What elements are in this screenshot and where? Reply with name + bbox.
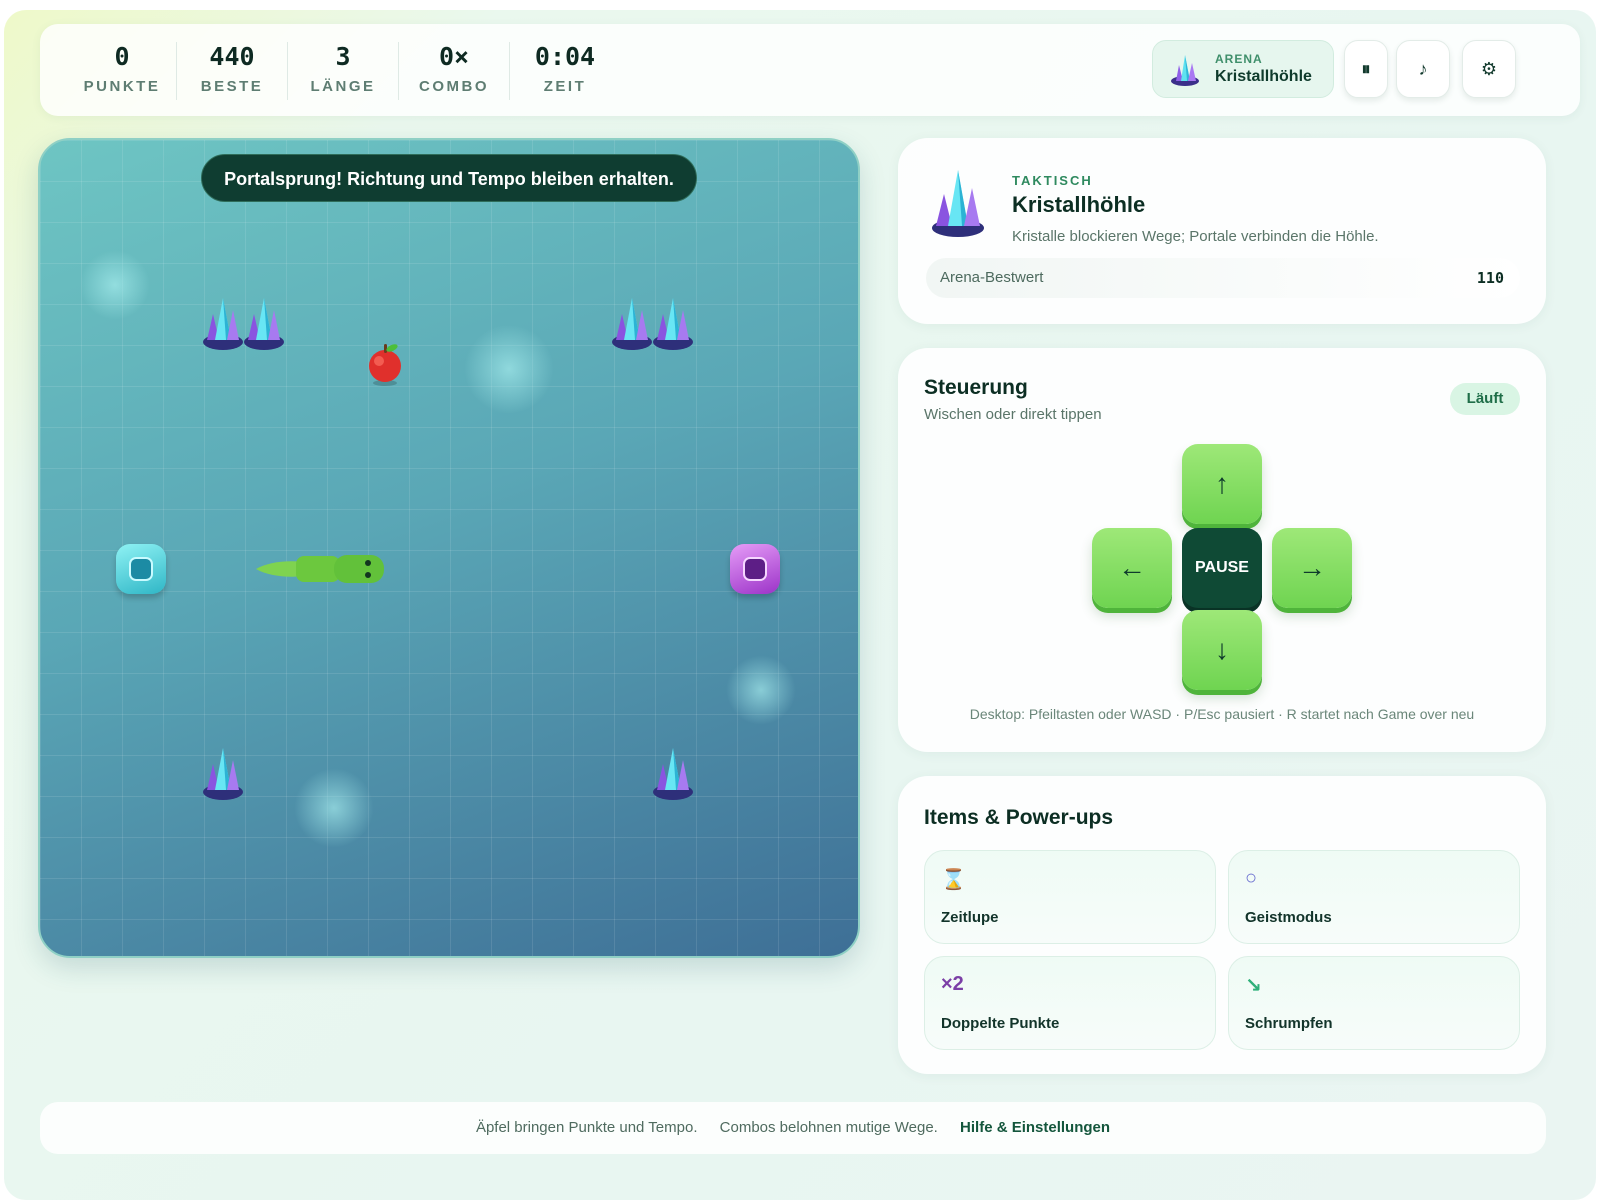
crystal-obstacle <box>244 298 284 350</box>
snake <box>256 555 384 583</box>
settings-button[interactable]: ⚙ <box>1462 40 1516 98</box>
stat-label: BESTE <box>200 78 264 95</box>
arena-type: TAKTISCH <box>1012 173 1093 188</box>
dpad-down-button[interactable]: ↓ <box>1182 610 1262 690</box>
arena-chip-value: Kristallhöhle <box>1215 68 1312 85</box>
controls-title: Steuerung <box>924 376 1028 399</box>
stat-value: 3 <box>335 42 351 71</box>
keyboard-hint: Desktop: Pfeiltasten oder WASD · P/Esc p… <box>969 706 1475 722</box>
stat-label: COMBO <box>419 78 489 95</box>
status-badge: Läuft <box>1450 383 1520 415</box>
pause-button[interactable]: ⏸ <box>1344 40 1388 98</box>
glow-orb <box>80 250 150 320</box>
stat-value: 0:04 <box>534 42 596 71</box>
apple-icon <box>369 344 401 386</box>
gear-icon: ⚙ <box>1480 58 1498 79</box>
item-name: Schrumpfen <box>1245 1015 1333 1032</box>
arena-title: Kristallhöhle <box>1012 192 1146 217</box>
crystal-obstacle <box>653 748 693 800</box>
item-name: Doppelte Punkte <box>941 1015 1060 1032</box>
arena-best-row: Arena-Bestwert 110 <box>926 258 1520 298</box>
stat-combo: 0× COMBO <box>398 42 510 102</box>
portal-toast: Portalsprung! Richtung und Tempo bleiben… <box>201 154 697 202</box>
crystal-obstacle <box>612 298 652 350</box>
portal-cyan <box>116 544 166 594</box>
help-settings-link[interactable]: Hilfe & Einstellungen <box>960 1119 1110 1136</box>
arena-best-label: Arena-Bestwert <box>940 269 1044 286</box>
item-geistmodus[interactable]: ○ Geistmodus <box>1228 850 1520 944</box>
music-button[interactable]: ♪ <box>1396 40 1450 98</box>
dpad-right-button[interactable]: → <box>1272 528 1352 608</box>
stat-label: PUNKTE <box>83 78 161 95</box>
dpad-pause-button[interactable]: PAUSE <box>1182 528 1262 608</box>
arrow-left-icon: ← <box>1118 552 1146 583</box>
stat-best: 440 BESTE <box>176 42 288 102</box>
game-app: 0 PUNKTE 440 BESTE 3 LÄNGE 0× COMBO 0:04… <box>4 10 1596 1200</box>
stat-value: 440 <box>209 42 255 71</box>
stat-label: LÄNGE <box>310 78 376 95</box>
crystal-icon <box>932 170 984 237</box>
music-note-icon: ♪ <box>1418 58 1428 79</box>
crystal-obstacle <box>203 298 243 350</box>
stat-value: 0 <box>114 42 130 71</box>
footer-tip: Äpfel bringen Punkte und Tempo. <box>475 1119 698 1136</box>
glow-orb <box>726 655 796 725</box>
crystal-obstacle <box>203 748 243 800</box>
stat-time: 0:04 ZEIT <box>509 42 621 102</box>
footer-bar: Äpfel bringen Punkte und Tempo. Combos b… <box>40 1102 1546 1154</box>
shrink-arrow-icon: ↘ <box>1245 975 1262 997</box>
arena-chip[interactable]: ARENA Kristallhöhle <box>1152 40 1334 98</box>
ghost-circle-icon: ○ <box>1245 867 1258 889</box>
portal-hole <box>129 557 153 581</box>
controls-subtitle: Wischen oder direkt tippen <box>924 406 1102 423</box>
pause-label: PAUSE <box>1195 559 1249 576</box>
item-zeitlupe[interactable]: ⌛ Zeitlupe <box>924 850 1216 944</box>
item-name: Zeitlupe <box>941 909 999 926</box>
stat-value: 0× <box>438 42 470 71</box>
items-title: Items & Power-ups <box>924 806 1114 829</box>
dpad-left-button[interactable]: ← <box>1092 528 1172 608</box>
dpad-up-button[interactable]: ↑ <box>1182 444 1262 524</box>
footer-tip: Combos belohnen mutige Wege. <box>719 1119 938 1136</box>
crystal-icon <box>1171 55 1199 86</box>
crystal-obstacle <box>653 298 693 350</box>
multiply-two-icon: ×2 <box>941 973 964 995</box>
items-card: Items & Power-ups ⌛ Zeitlupe ○ Geistmodu… <box>898 776 1546 1074</box>
arena-card: TAKTISCH Kristallhöhle Kristalle blockie… <box>898 138 1546 324</box>
item-doppelte-punkte[interactable]: ×2 Doppelte Punkte <box>924 956 1216 1050</box>
arrow-up-icon: ↑ <box>1215 468 1229 499</box>
snake-head <box>334 555 384 583</box>
hourglass-icon: ⌛ <box>941 869 966 891</box>
portal-purple <box>730 544 780 594</box>
snake-tail <box>256 561 302 577</box>
stat-score: 0 PUNKTE <box>66 42 178 102</box>
snake-body <box>296 556 340 582</box>
controls-card: Steuerung Wischen oder direkt tippen Läu… <box>898 348 1546 752</box>
stat-label: ZEIT <box>543 78 587 95</box>
arena-chip-key: ARENA <box>1215 52 1263 66</box>
stats-bar: 0 PUNKTE 440 BESTE 3 LÄNGE 0× COMBO 0:04… <box>40 24 1580 116</box>
pause-icon: ⏸ <box>1361 58 1371 79</box>
item-schrumpfen[interactable]: ↘ Schrumpfen <box>1228 956 1520 1050</box>
glow-orb <box>464 324 554 414</box>
portal-hole <box>743 557 767 581</box>
glow-orb <box>294 768 374 848</box>
arrow-down-icon: ↓ <box>1215 634 1229 665</box>
game-board[interactable]: Portalsprung! Richtung und Tempo bleiben… <box>38 138 860 958</box>
item-name: Geistmodus <box>1245 909 1332 926</box>
arena-description: Kristalle blockieren Wege; Portale verbi… <box>1012 228 1379 245</box>
arena-best-value: 110 <box>1476 269 1504 287</box>
stat-length: 3 LÄNGE <box>287 42 399 102</box>
arrow-right-icon: → <box>1298 552 1326 583</box>
